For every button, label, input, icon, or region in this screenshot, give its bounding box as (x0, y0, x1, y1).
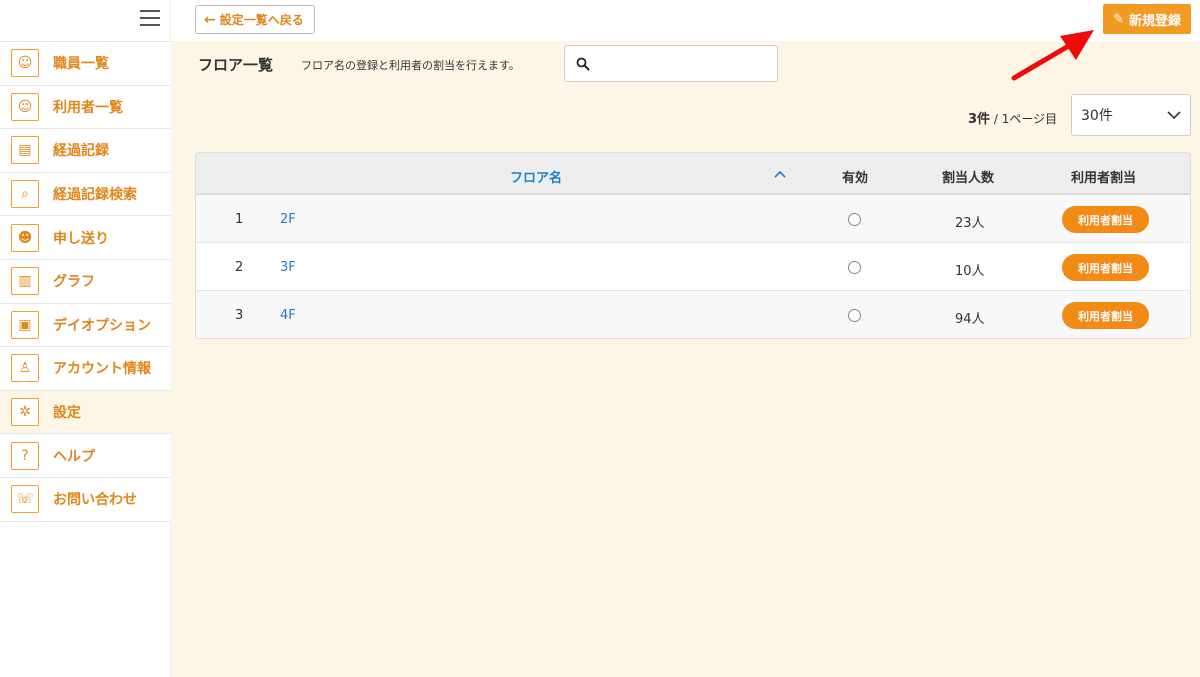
back-to-settings-button[interactable]: ← 設定一覧へ戻る (195, 5, 315, 34)
annotation-arrow-icon (1011, 30, 1094, 81)
column-header-assigned-count: 割当人数 (942, 171, 995, 186)
new-button-label: 新規登録 (1128, 13, 1181, 29)
column-header-floor-name[interactable]: フロア名 (510, 167, 562, 186)
sidebar-item-label: 経過記録 (53, 143, 109, 160)
sidebar-item-label: デイオプション (53, 317, 151, 334)
sidebar-item-label: 利用者一覧 (53, 99, 123, 116)
clipboard-icon: ▤ (11, 136, 39, 165)
table-row: 2 3F 10人 利用者割当 (196, 243, 1190, 291)
assigned-count: 94人 (955, 312, 985, 327)
sidebar-item-label: 職員一覧 (53, 56, 109, 73)
sidebar-item-help[interactable]: ? ヘルプ (0, 434, 171, 478)
column-header-valid: 有効 (842, 171, 869, 186)
user-icon: ☺ (11, 92, 39, 121)
sidebar-item-label: アカウント情報 (53, 361, 151, 378)
sidebar-item-day-option[interactable]: ▣ デイオプション (0, 303, 171, 348)
sidebar-item-handover[interactable]: ☻ 申し送り (0, 216, 171, 260)
page-description: フロア名の登録と利用者の割当を行えます。 (301, 59, 520, 72)
staff-icon: ☺ (11, 49, 39, 78)
sidebar-item-label: 設定 (53, 405, 81, 422)
chevron-down-icon (1167, 110, 1181, 119)
table-row: 1 2F 23人 利用者割当 (196, 195, 1190, 243)
row-number: 3 (235, 308, 244, 323)
search-icon (576, 57, 590, 70)
sidebar-item-record-search[interactable]: ⌕ 経過記録検索 (0, 172, 171, 217)
sidebar-item-settings[interactable]: ✲ 設定 (0, 390, 171, 435)
user-assign-button[interactable]: 利用者割当 (1062, 206, 1149, 233)
floor-name-link[interactable]: 2F (280, 212, 296, 227)
page-title: フロア一覧 (198, 56, 274, 74)
sidebar-item-staff-list[interactable]: ☺ 職員一覧 (0, 42, 171, 86)
sidebar-menu: ☺ 職員一覧 ☺ 利用者一覧 ▤ 経過記録 ⌕ 経過記録検索 ☻ 申し送り ▥ … (0, 41, 171, 522)
row-number: 1 (235, 212, 244, 227)
floor-name-link[interactable]: 3F (280, 260, 296, 275)
result-count: 3件 / 1ページ目 (968, 108, 1057, 127)
page-info: / 1ページ目 (993, 112, 1058, 126)
hamburger-menu-icon[interactable] (140, 10, 160, 28)
valid-radio[interactable] (848, 213, 861, 226)
handover-icon: ☻ (11, 223, 39, 252)
sidebar-item-label: 申し送り (53, 230, 109, 247)
search-input[interactable] (598, 56, 768, 71)
valid-radio[interactable] (848, 309, 861, 322)
new-registration-button[interactable]: ✎ 新規登録 (1103, 4, 1191, 34)
help-icon: ? (11, 441, 39, 470)
sidebar-item-user-list[interactable]: ☺ 利用者一覧 (0, 85, 171, 130)
assigned-count: 10人 (955, 264, 985, 279)
row-number: 2 (235, 260, 244, 275)
valid-radio[interactable] (848, 261, 861, 274)
table-header: フロア名 有効 割当人数 利用者割当 (196, 153, 1190, 195)
sidebar-item-label: グラフ (53, 274, 95, 291)
column-header-user-assign: 利用者割当 (1071, 171, 1137, 186)
search-box[interactable] (564, 45, 778, 82)
per-page-select[interactable]: 30件 (1071, 94, 1191, 136)
floor-table: フロア名 有効 割当人数 利用者割当 1 2F 23人 利用者割当 2 3F 1… (195, 152, 1191, 339)
sidebar: ☺ 職員一覧 ☺ 利用者一覧 ▤ 経過記録 ⌕ 経過記録検索 ☻ 申し送り ▥ … (0, 0, 171, 677)
sidebar-item-contact[interactable]: ☏ お問い合わせ (0, 477, 171, 522)
arrow-left-icon: ← (204, 11, 216, 28)
user-assign-button[interactable]: 利用者割当 (1062, 254, 1149, 281)
gear-icon: ✲ (11, 398, 39, 427)
chart-icon: ▥ (11, 267, 39, 296)
total-count: 3件 (968, 112, 991, 127)
sidebar-item-progress-record[interactable]: ▤ 経過記録 (0, 129, 171, 173)
per-page-value: 30件 (1081, 108, 1113, 124)
contact-icon: ☏ (11, 485, 39, 514)
back-button-label: 設定一覧へ戻る (219, 13, 304, 27)
sidebar-item-account[interactable]: ♙ アカウント情報 (0, 347, 171, 391)
table-row: 3 4F 94人 利用者割当 (196, 291, 1190, 338)
user-assign-button[interactable]: 利用者割当 (1062, 302, 1149, 329)
bus-icon: ▣ (11, 310, 39, 339)
pencil-icon: ✎ (1113, 11, 1124, 27)
assigned-count: 23人 (955, 216, 985, 231)
account-icon: ♙ (11, 354, 39, 383)
sidebar-item-label: ヘルプ (53, 448, 95, 465)
search-record-icon: ⌕ (11, 180, 39, 209)
sidebar-item-label: お問い合わせ (53, 492, 137, 509)
floor-name-link[interactable]: 4F (280, 308, 296, 323)
sort-ascending-icon[interactable] (774, 167, 786, 182)
sidebar-item-label: 経過記録検索 (53, 187, 137, 204)
sidebar-item-graph[interactable]: ▥ グラフ (0, 259, 171, 304)
